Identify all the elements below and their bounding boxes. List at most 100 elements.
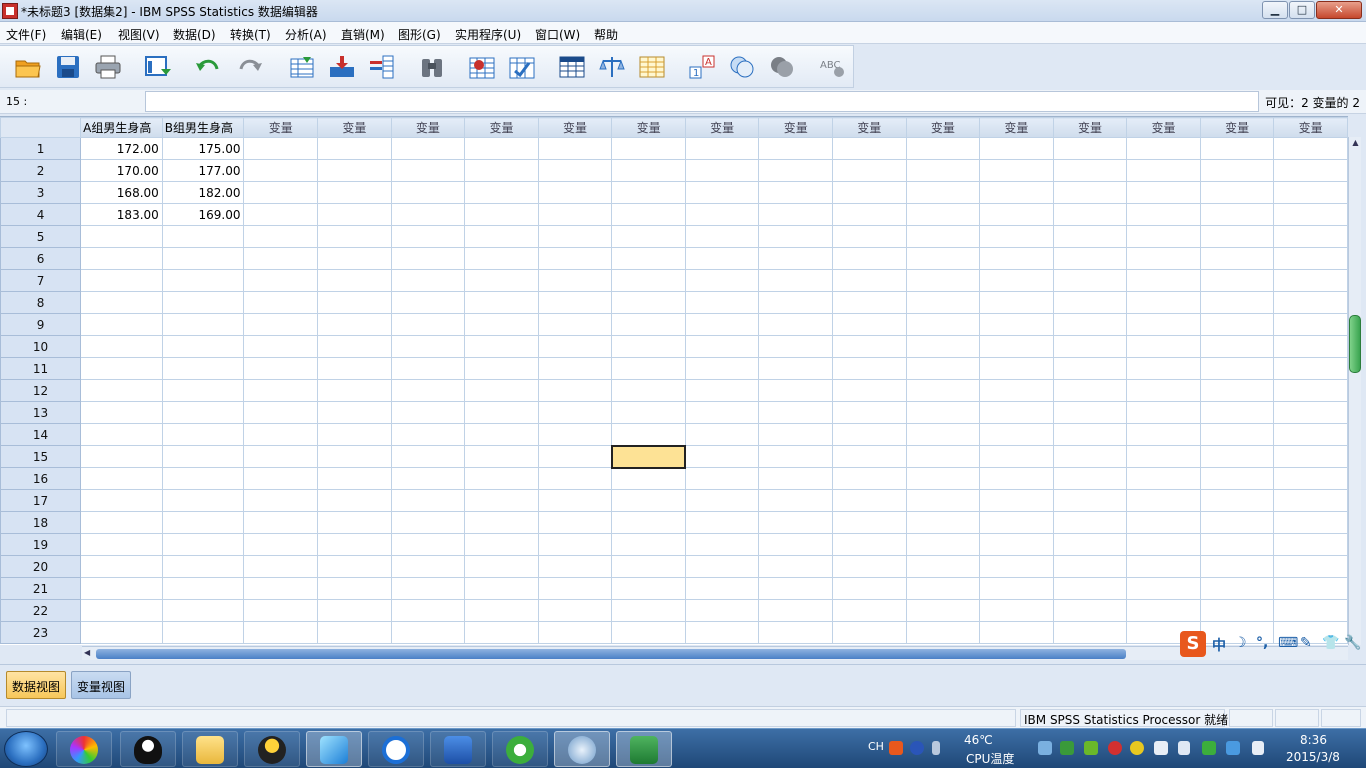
column-header-empty[interactable]: 变量 — [684, 117, 760, 138]
grid-cell[interactable] — [905, 533, 981, 556]
close-button[interactable]: ✕ — [1316, 1, 1362, 19]
grid-cell[interactable] — [390, 225, 466, 248]
grid-cell[interactable] — [390, 401, 466, 424]
grid-cell[interactable] — [758, 621, 833, 644]
row-header[interactable]: 20 — [0, 555, 82, 578]
grid-cell[interactable] — [161, 467, 245, 490]
grid-cell[interactable] — [684, 467, 760, 490]
row-header[interactable]: 4 — [0, 203, 82, 226]
grid-cell[interactable] — [979, 203, 1054, 226]
grid-cell[interactable] — [537, 335, 613, 358]
grid-cell[interactable] — [1273, 467, 1348, 490]
grid-cell[interactable] — [758, 313, 833, 336]
grid-cell[interactable] — [758, 599, 833, 622]
grid-corner[interactable] — [0, 117, 82, 138]
row-header[interactable]: 16 — [0, 467, 82, 490]
grid-cell[interactable] — [831, 489, 907, 512]
row-header[interactable]: 15 — [0, 445, 82, 468]
grid-cell[interactable] — [464, 291, 539, 314]
grid-cell[interactable] — [464, 159, 539, 182]
grid-cell[interactable] — [684, 291, 760, 314]
grid-cell[interactable] — [979, 621, 1054, 644]
grid-cell[interactable] — [243, 445, 319, 468]
tab-data-view[interactable]: 数据视图 — [6, 671, 67, 699]
grid-cell[interactable] — [1126, 577, 1201, 600]
grid-cell[interactable] — [464, 181, 539, 204]
grid-cell[interactable] — [537, 467, 613, 490]
clock-time[interactable]: 8:36 — [1300, 733, 1327, 747]
undo-button[interactable] — [192, 52, 224, 82]
grid-cell[interactable] — [831, 335, 907, 358]
sogou-logo-icon[interactable]: S — [1180, 631, 1206, 657]
print-button[interactable] — [92, 52, 124, 82]
grid-cell[interactable] — [758, 159, 833, 182]
grid-cell[interactable] — [161, 555, 245, 578]
row-header[interactable]: 18 — [0, 511, 82, 534]
grid-cell[interactable] — [390, 137, 466, 160]
grid-cell[interactable] — [390, 467, 466, 490]
grid-cell[interactable] — [611, 313, 686, 336]
spell-check-button[interactable]: ABC — [816, 52, 848, 82]
grid-cell[interactable] — [161, 291, 245, 314]
grid-cell[interactable] — [537, 225, 613, 248]
grid-cell[interactable] — [464, 401, 539, 424]
grid-cell[interactable] — [831, 467, 907, 490]
grid-cell[interactable] — [684, 445, 760, 468]
grid-cell[interactable] — [1273, 291, 1348, 314]
grid-cell[interactable] — [464, 313, 539, 336]
ime-chinese-mode[interactable]: 中 — [1212, 635, 1226, 655]
grid-cell[interactable] — [1052, 533, 1128, 556]
grid-cell[interactable] — [1199, 533, 1275, 556]
save-button[interactable] — [52, 52, 84, 82]
grid-cell[interactable] — [979, 291, 1054, 314]
grid-cell[interactable] — [831, 511, 907, 534]
network-users-icon[interactable] — [1038, 741, 1052, 755]
grid-cell[interactable] — [80, 511, 163, 534]
grid-cell[interactable] — [243, 225, 319, 248]
row-header[interactable]: 14 — [0, 423, 82, 446]
grid-cell[interactable] — [1126, 181, 1201, 204]
grid-cell[interactable] — [684, 577, 760, 600]
grid-cell[interactable] — [1273, 159, 1348, 182]
ime-keyboard-icon[interactable]: ⌨ — [1278, 635, 1298, 651]
show-all-variables-button[interactable] — [766, 52, 798, 82]
row-header[interactable]: 5 — [0, 225, 82, 248]
grid-cell[interactable] — [1273, 137, 1348, 160]
r-tray-icon[interactable] — [1202, 741, 1216, 755]
grid-cell[interactable] — [161, 313, 245, 336]
grid-cell[interactable] — [684, 357, 760, 380]
cell-editor-input[interactable] — [145, 91, 1259, 112]
grid-cell[interactable] — [758, 577, 833, 600]
grid-cell[interactable] — [390, 599, 466, 622]
column-header-empty[interactable]: 变量 — [905, 117, 981, 138]
vertical-scrollbar[interactable]: ▲ — [1348, 137, 1361, 645]
grid-cell[interactable] — [758, 137, 833, 160]
grid-cell[interactable] — [684, 225, 760, 248]
grid-cell[interactable] — [390, 555, 466, 578]
ime-tools-icon[interactable]: 🔧 — [1344, 635, 1361, 651]
grid-cell[interactable] — [1199, 599, 1275, 622]
grid-cell[interactable] — [831, 269, 907, 292]
grid-cell[interactable] — [390, 423, 466, 446]
grid-cell[interactable] — [979, 313, 1054, 336]
grid-cell[interactable] — [317, 313, 392, 336]
grid-cell[interactable] — [537, 511, 613, 534]
taskbar-feiq[interactable] — [306, 731, 362, 767]
grid-cell[interactable] — [1199, 247, 1275, 270]
grid-cell[interactable] — [611, 489, 686, 512]
grid-cell[interactable] — [464, 555, 539, 578]
grid-cell[interactable] — [390, 621, 466, 644]
grid-cell[interactable] — [1126, 445, 1201, 468]
grid-cell[interactable] — [905, 577, 981, 600]
row-header[interactable]: 22 — [0, 599, 82, 622]
grid-cell[interactable] — [905, 225, 981, 248]
grid-cell[interactable] — [1126, 313, 1201, 336]
grid-cell[interactable] — [758, 511, 833, 534]
grid-cell[interactable] — [390, 511, 466, 534]
grid-cell[interactable] — [80, 445, 163, 468]
grid-cell[interactable] — [611, 291, 686, 314]
goto-variable-button[interactable] — [326, 52, 358, 82]
grid-cell[interactable] — [243, 137, 319, 160]
grid-cell[interactable] — [464, 247, 539, 270]
grid-cell[interactable] — [611, 269, 686, 292]
